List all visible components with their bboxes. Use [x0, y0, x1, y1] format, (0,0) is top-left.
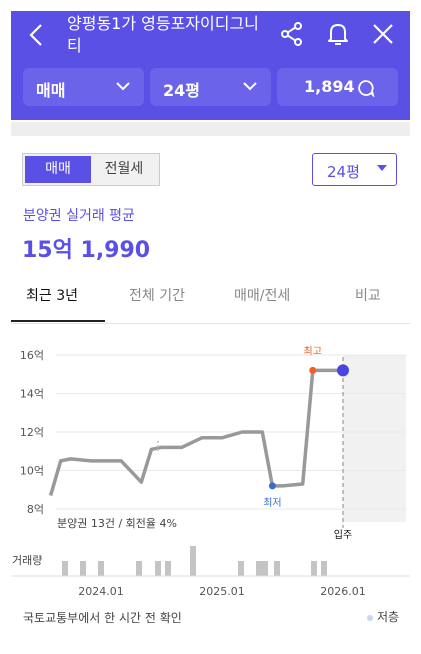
volume-bar — [165, 561, 171, 576]
volume-label: 거래량 — [12, 554, 42, 567]
section-divider — [11, 122, 410, 136]
y-tick-label: 14억 — [20, 388, 44, 401]
legend-label: 저층 — [377, 610, 400, 624]
area-size-label: 24평 — [327, 163, 360, 181]
volume-bar — [256, 561, 262, 576]
back-arrow-icon[interactable] — [25, 20, 49, 50]
page-title: 양평동1가 영등포자이디그니티 — [67, 14, 259, 55]
app-root: { "header": { "title": "양평동1가 영등포자이디그니티"… — [0, 0, 421, 654]
tab-compare[interactable]: 비교 — [355, 285, 381, 305]
lowest-point-marker — [268, 482, 276, 490]
y-axis-ticks: 16억 14억 12억 10억 8억 — [20, 349, 44, 516]
bell-icon[interactable] — [325, 21, 351, 47]
legend-low-floor: 저층 — [367, 608, 399, 625]
volume-bar — [321, 561, 327, 576]
area-size-dropdown[interactable]: 24평 — [312, 153, 397, 186]
comments-button[interactable]: 1,894 — [277, 68, 398, 106]
volume-bar — [98, 561, 104, 576]
volume-bar — [62, 561, 68, 576]
chevron-down-icon — [243, 82, 257, 91]
latest-point-marker[interactable] — [337, 364, 349, 377]
x-tick-label: 2026.01 — [320, 585, 366, 598]
tab-recent-3y[interactable]: 최근 3년 — [26, 285, 78, 305]
close-icon[interactable] — [370, 21, 396, 47]
size-filter-label: 24평 — [163, 81, 200, 100]
highest-point-marker — [309, 366, 317, 374]
price-chart[interactable]: 16억 14억 12억 10억 8억 최저 최고 입주 분양권 13건 / 회전율 4%… — [0, 340, 421, 605]
volume-bar — [190, 546, 196, 576]
y-tick-label: 8억 — [27, 503, 44, 516]
y-tick-label: 16억 — [20, 349, 44, 362]
size-filter-dropdown[interactable]: 24평 — [150, 68, 271, 106]
top-header: 양평동1가 영등포자이디그니티 매매 24평 1,894 — [11, 11, 410, 120]
volume-bar — [155, 561, 161, 576]
x-tick-label: 2024.01 — [78, 585, 124, 598]
trade-segment-control: 매매 전월세 — [22, 153, 160, 186]
average-price-value: 15억 1,990 — [22, 238, 151, 263]
chevron-down-icon — [116, 82, 130, 91]
average-price-label: 분양권 실거래 평균 — [23, 208, 135, 224]
x-tick-label: 2025.01 — [199, 585, 245, 598]
volume-bars — [62, 546, 327, 576]
volume-bar — [136, 561, 142, 576]
caret-down-icon — [377, 165, 387, 171]
active-tab-indicator — [11, 320, 105, 322]
y-tick-label: 10억 — [20, 465, 44, 478]
tab-sale-jeonse[interactable]: 매매/전세 — [234, 285, 290, 305]
trade-type-label: 매매 — [36, 81, 66, 100]
volume-bar — [262, 561, 268, 576]
future-shaded-region — [343, 355, 406, 522]
comments-count: 1,894 — [304, 77, 355, 96]
volume-bar — [80, 561, 86, 576]
volume-bar — [311, 561, 317, 576]
chat-bubble-icon — [358, 80, 375, 97]
volume-bar — [238, 561, 244, 576]
price-series-line — [48, 368, 343, 496]
volume-bar — [274, 561, 280, 576]
move-in-label: 입주 — [334, 528, 352, 541]
trade-type-dropdown[interactable]: 매매 — [23, 68, 144, 106]
lowest-label: 최저 — [263, 497, 281, 509]
chart-note: 분양권 13건 / 회전율 4% — [57, 517, 177, 530]
y-tick-label: 12억 — [20, 426, 44, 439]
segment-sale[interactable]: 매매 — [25, 156, 91, 183]
period-tabs: 최근 3년 전체 기간 매매/전세 비교 — [11, 280, 410, 324]
tab-all-period[interactable]: 전체 기간 — [129, 285, 185, 305]
x-axis-ticks: 2024.01 2025.01 2026.01 — [78, 585, 366, 598]
highest-label: 최고 — [304, 345, 322, 357]
legend-dot — [367, 614, 373, 621]
segment-rent[interactable]: 전월세 — [91, 156, 157, 183]
share-icon[interactable] — [279, 21, 305, 47]
data-source-note: 국토교통부에서 한 시간 전 확인 — [23, 611, 182, 625]
